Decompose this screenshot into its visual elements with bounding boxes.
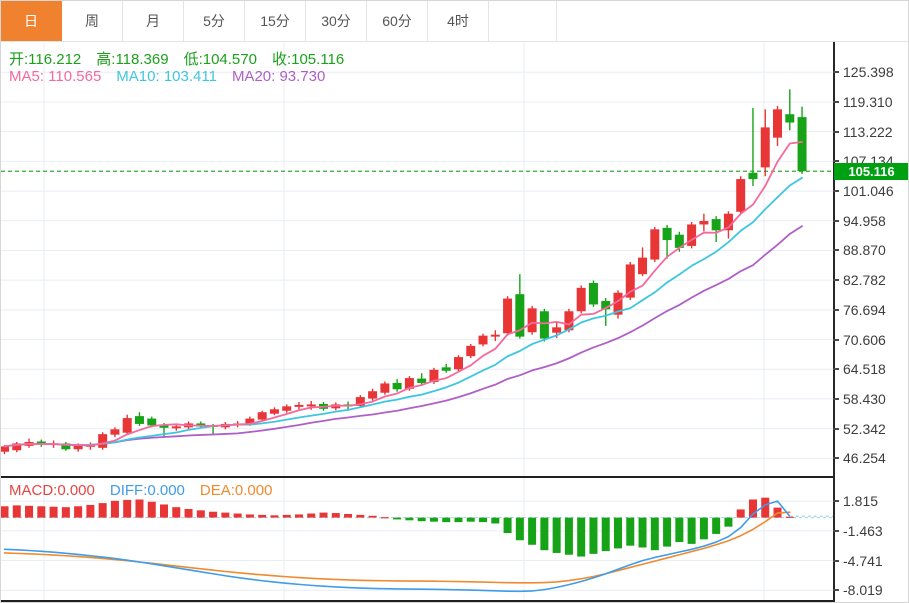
price-axis-label-tick [833,279,839,281]
price-axis-label-tick [833,220,839,222]
price-axis-label: 52.342 [843,421,886,437]
price-axis-label-tick [833,309,839,311]
price-axis-label: 64.518 [843,361,886,377]
price-axis-label: 70.606 [843,332,886,348]
price-chart-canvas[interactable] [1,41,833,478]
legend-dea-value: DEA:0.000 [200,482,273,499]
stock-chart-app: 日周月5分15分30分60分4时 开:116.212 高:118.369 低:104… [0,0,909,603]
price-axis-label: 119.310 [843,94,893,110]
price-axis-label-tick [833,457,839,459]
macd-axis-label-tick [833,530,839,532]
macd-axis-label-tick [833,500,839,502]
price-axis-label-tick [833,368,839,370]
tab-30min[interactable]: 30分 [306,1,367,41]
price-axis-label: 94.958 [843,213,886,229]
macd-axis-label-tick [833,560,839,562]
current-price-tag: 105.116 [834,163,909,180]
price-axis-label: 88.870 [843,242,886,258]
price-axis-label-tick [833,339,839,341]
price-axis-label: 82.782 [843,272,886,288]
legend-ma20: MA20: 93.730 [232,68,325,85]
legend-macd-value: MACD:0.000 [9,482,95,499]
price-axis-label: 58.430 [843,391,886,407]
price-axis-label: 125.398 [843,64,894,80]
legend-diff-value: DIFF:0.000 [110,482,185,499]
price-axis-label-tick [833,398,839,400]
right-axis-line [833,41,835,602]
macd-axis-label: -4.741 [843,553,883,569]
legend-ma5: MA5: 110.565 [9,68,101,85]
tabbar-spacer [489,1,557,41]
legend-close: 收:105.116 [272,48,344,69]
ma-legend: MA5: 110.565 MA10: 103.411 MA20: 93.730 [9,68,325,85]
price-axis-label-tick [833,428,839,430]
tab-week[interactable]: 周 [62,1,123,41]
tab-60min[interactable]: 60分 [367,1,428,41]
price-axis-label-tick [833,101,839,103]
macd-axis-label: -8.019 [843,582,883,598]
tab-day[interactable]: 日 [1,1,62,41]
panel-divider [1,476,833,478]
ohlc-legend: 开:116.212 高:118.369 低:104.570 收:105.116 [9,48,344,69]
tab-4hour[interactable]: 4时 [428,1,489,41]
price-axis-label: 101.046 [843,183,894,199]
price-axis-label-tick [833,131,839,133]
chart-bottom-border [1,600,833,602]
price-axis-label-tick [833,249,839,251]
tab-month[interactable]: 月 [123,1,184,41]
period-tabbar: 日周月5分15分30分60分4时 [1,1,908,42]
legend-ma10: MA10: 103.411 [116,68,217,85]
price-axis-label-tick [833,190,839,192]
macd-axis-label: -1.463 [843,523,883,539]
legend-high: 高:118.369 [96,48,168,69]
macd-legend: MACD:0.000 DIFF:0.000 DEA:0.000 [9,482,272,499]
macd-axis-label-tick [833,589,839,591]
price-axis-label: 113.222 [843,124,893,140]
legend-low: 低:104.570 [184,48,257,69]
macd-axis-label: 1.815 [843,493,878,509]
legend-open: 开:116.212 [9,48,81,69]
price-axis-label-tick [833,71,839,73]
tab-15min[interactable]: 15分 [245,1,306,41]
tab-5min[interactable]: 5分 [184,1,245,41]
price-axis-label: 46.254 [843,450,886,466]
price-axis-label: 76.694 [843,302,886,318]
